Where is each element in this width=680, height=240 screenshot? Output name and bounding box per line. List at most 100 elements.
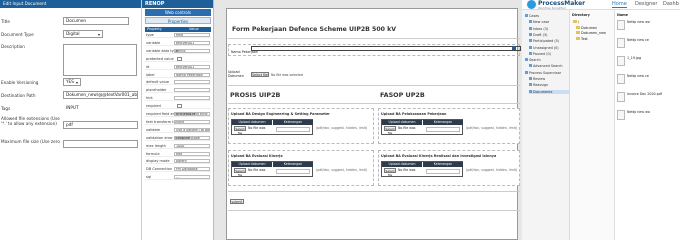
- property-value[interactable]: [174, 80, 210, 85]
- property-value[interactable]: ...: [174, 175, 210, 180]
- file-name: Nettp new wo: [627, 20, 650, 24]
- allowed-extensions-input[interactable]: pdf: [63, 121, 138, 129]
- destination-path-input[interactable]: Dokumen_new\@@textVar001_abe: [63, 91, 138, 99]
- tree-item[interactable]: Search: [525, 58, 541, 62]
- property-row: display mode parent: [145, 159, 211, 165]
- max-file-size-input[interactable]: [63, 140, 138, 148]
- property-row: type field: [145, 33, 211, 38]
- nav-designer[interactable]: Designer: [635, 1, 657, 7]
- folder-icon: [525, 14, 528, 17]
- directory-item[interactable]: /: [573, 20, 579, 24]
- property-value[interactable]: parent: [174, 159, 210, 164]
- side-note: (pdf/doc, suggest, hidden, limit): [316, 126, 368, 130]
- no-file-text: No file was: [248, 126, 266, 130]
- property-value[interactable]: 1000: [174, 143, 210, 148]
- select-file-button[interactable]: Select file: [234, 126, 246, 135]
- property-value[interactable]: [174, 96, 210, 101]
- description-textarea[interactable]: [63, 44, 137, 76]
- property-row: formula edit: [145, 151, 211, 157]
- col-value: Value: [189, 27, 199, 31]
- file-item[interactable]: Nettp new ce: [617, 38, 677, 50]
- checkbox[interactable]: [177, 56, 182, 61]
- file-thumbnail-icon: [617, 110, 625, 120]
- file-thumbnail-icon: [617, 56, 625, 66]
- tree-item[interactable]: Review: [529, 77, 545, 81]
- tree-item[interactable]: Documents: [529, 89, 573, 94]
- name-input[interactable]: [251, 46, 521, 51]
- versioning-label: Enable Versioning: [1, 80, 39, 85]
- properties-tab[interactable]: Properties: [145, 17, 211, 24]
- property-value[interactable]: string: [174, 48, 210, 53]
- property-value[interactable]: textVar001: [174, 64, 210, 69]
- section-left-title: PROSIS UIP2B: [230, 91, 281, 99]
- property-key: type: [146, 33, 154, 37]
- divider: [228, 191, 520, 192]
- nav-dashboard[interactable]: Dashb: [663, 1, 679, 7]
- checkbox[interactable]: [177, 104, 182, 109]
- property-row: text transform to none: [145, 119, 211, 125]
- tree-item[interactable]: Process Supervisor: [525, 70, 561, 75]
- property-key: required: [146, 104, 161, 109]
- directory-item[interactable]: Test: [576, 36, 588, 41]
- property-value[interactable]: Required field error message: [174, 112, 210, 116]
- upload-box-title: Upload BA Design Engineering & Setting P…: [231, 112, 330, 116]
- directory-label: Dokumen_new: [581, 31, 606, 35]
- property-row: protected value: [145, 56, 211, 62]
- file-thumbnail-icon: [617, 38, 625, 48]
- property-row: variable textVar001: [145, 40, 211, 46]
- versioning-value: YES: [66, 79, 74, 84]
- tree-item[interactable]: Paused (0): [529, 51, 551, 56]
- select-file-button[interactable]: Select file: [384, 126, 396, 135]
- keterangan-input[interactable]: [426, 169, 460, 174]
- property-row: hint: [145, 96, 211, 102]
- file-item[interactable]: Invoice Doc 2020.pdf: [617, 92, 677, 104]
- select-file-button[interactable]: Select file: [251, 72, 269, 77]
- property-value[interactable]: textVar001: [174, 40, 210, 45]
- web-controls-button[interactable]: Web controls: [145, 9, 211, 16]
- property-key: max length: [146, 143, 166, 148]
- tree-item[interactable]: Unassigned (0): [529, 45, 559, 50]
- tree-item[interactable]: Draft (3): [529, 32, 547, 37]
- upload-table: Upload dokumen Keterangan Select file No…: [231, 161, 313, 177]
- tree-item[interactable]: Participated (5): [529, 39, 559, 43]
- file-item[interactable]: Nettp new wo: [617, 110, 677, 122]
- property-value[interactable]: Error message: [174, 135, 210, 140]
- property-value[interactable]: PM Database: [174, 167, 210, 172]
- tree-item[interactable]: Cases: [525, 14, 539, 18]
- select-file-button[interactable]: Select file: [234, 168, 246, 177]
- upload-label: Upload Dokumen: [228, 70, 244, 78]
- directory-item[interactable]: Dokumen_new: [576, 31, 606, 35]
- select-file-button[interactable]: Select file: [384, 168, 396, 177]
- title-input[interactable]: Documen: [63, 17, 129, 25]
- folder-icon: [529, 64, 532, 68]
- col-upload: Upload dokumen: [232, 162, 272, 167]
- keterangan-input[interactable]: [276, 127, 310, 132]
- property-value[interactable]: none: [174, 119, 210, 124]
- tree-item[interactable]: Inbox (3): [529, 26, 548, 31]
- tags-value: INPUT: [63, 104, 138, 112]
- document-type-select[interactable]: Digital ▾: [63, 30, 103, 38]
- file-item[interactable]: Nettp new ce: [617, 74, 677, 86]
- nav-home[interactable]: Home: [612, 1, 627, 8]
- directory-item[interactable]: Dokumen: [576, 25, 597, 30]
- keterangan-input[interactable]: [276, 169, 310, 174]
- x-icon[interactable]: [512, 46, 516, 50]
- versioning-select[interactable]: YES ▾: [63, 78, 81, 86]
- property-row: placeholder: [145, 88, 211, 94]
- property-value[interactable]: field: [174, 33, 210, 37]
- file-name: Nettp new ce: [627, 38, 649, 42]
- tree-item[interactable]: Advanced Search: [529, 64, 562, 68]
- property-value[interactable]: Nama Pekerjaan: [174, 72, 210, 77]
- file-item[interactable]: 1_19.jpg: [617, 56, 677, 68]
- tree-item-label: Reassign: [533, 83, 549, 88]
- folder-icon: [529, 45, 532, 49]
- property-value[interactable]: Use a pattern (to be used in a search): [174, 127, 210, 132]
- tree-item[interactable]: Reassign: [529, 83, 548, 87]
- edit-input-document-panel: Edit Input Document Title Documen Docume…: [0, 0, 142, 240]
- file-item[interactable]: Nettp new wo: [617, 20, 677, 32]
- submit-button[interactable]: submit: [230, 199, 244, 204]
- property-value[interactable]: edit: [174, 151, 210, 156]
- property-value[interactable]: [174, 88, 210, 93]
- keterangan-input[interactable]: [426, 127, 460, 132]
- tree-item[interactable]: New case: [529, 20, 549, 24]
